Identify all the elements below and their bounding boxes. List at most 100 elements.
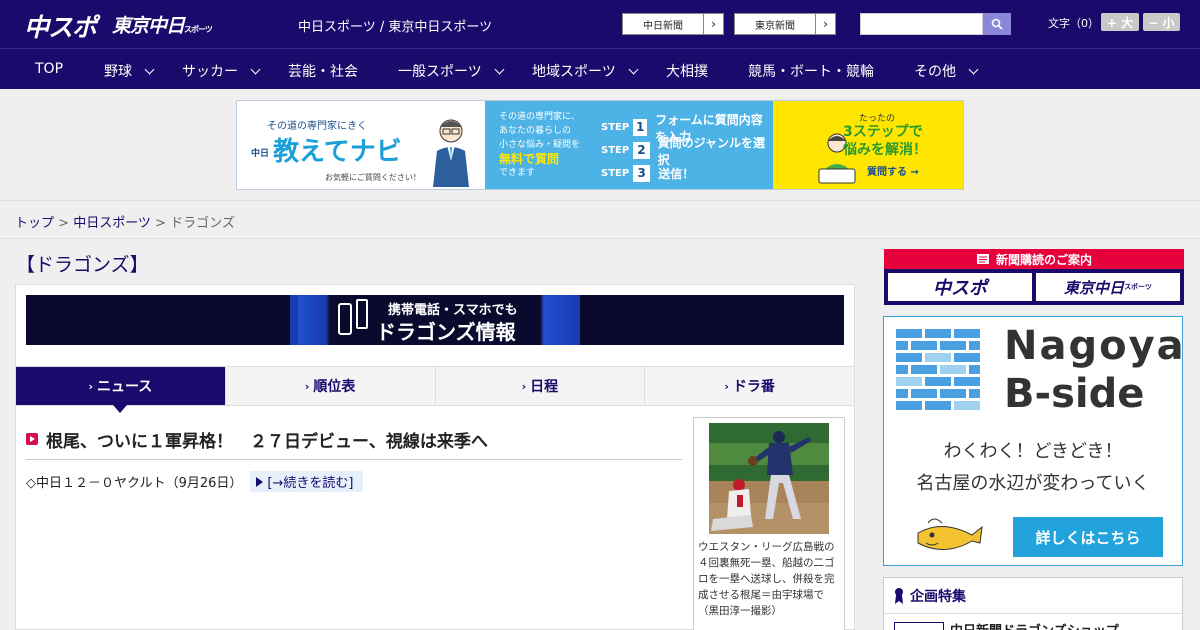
ad-description: その道の専門家に、 あなたの暮らしの 小さな悩み・疑問を 無料で質問 できます bbox=[499, 110, 591, 180]
main-content: 携帯電話・スマホでも ドラゴンズ情報 › ニュース › 順位表 › 日程 › ドラ番 根… bbox=[15, 284, 855, 630]
tab-label: 日程 bbox=[530, 379, 559, 395]
ad-desc-line: 小さな悩み・疑問を bbox=[499, 140, 581, 150]
nav-other[interactable]: その他 bbox=[914, 61, 979, 81]
chevron-right-icon: › bbox=[815, 14, 835, 34]
ad-cta[interactable]: 質問する → bbox=[867, 163, 919, 178]
sub-logo2-small: スポーツ bbox=[1124, 283, 1152, 291]
bside-copy1: わくわく！どきどき！ bbox=[943, 441, 1123, 462]
read-more-link[interactable]: [→続きを読む] bbox=[250, 471, 364, 492]
ad-brand: 中日 教えてナビ bbox=[251, 131, 402, 168]
breadcrumb: トップ > 中日スポーツ > ドラゴンズ bbox=[15, 212, 235, 231]
search-button[interactable] bbox=[983, 13, 1011, 35]
ad-right-panel: たったの 3ステップで 悩みを解消！ 質問する → bbox=[773, 101, 963, 189]
chunichi-shimbun-link[interactable]: 中日新聞 › bbox=[622, 13, 724, 35]
nagoya-bside-ad[interactable]: Nagoya B-side わくわく！どきどき！ 名古屋の水辺が変わっていく 詳… bbox=[883, 316, 1186, 566]
tab-news[interactable]: › ニュース bbox=[16, 367, 226, 413]
nav-entertainment[interactable]: 芸能・社会 bbox=[288, 61, 358, 81]
ad-desc-line: あなたの暮らしの bbox=[499, 126, 572, 136]
dragons-shop-link[interactable]: 中日新聞ドラゴンズショップ bbox=[950, 620, 1119, 630]
site-title: 中日スポーツ / 東京中日スポーツ bbox=[298, 20, 493, 35]
subscribe-tokyo-chunichi-link[interactable]: 東京中日 スポーツ bbox=[1036, 273, 1180, 301]
dragons-shop-thumbnail[interactable] bbox=[894, 622, 944, 630]
article-photo-card: ウエスタン・リーグ広島戦の４回裏無死一塁、船越の二ゴロを一塁へ送球し、併殺を完成… bbox=[693, 417, 845, 630]
chevron-right-icon: › bbox=[703, 14, 723, 34]
subscribe-chuspo-link[interactable]: 中スポ bbox=[888, 273, 1032, 301]
bside-details-button[interactable]: 詳しくはこちら bbox=[1013, 517, 1163, 557]
breadcrumb-sep: > bbox=[150, 216, 171, 231]
step-text: 質問のジャンルを選択 bbox=[657, 135, 766, 167]
subscription-box: 新聞購読のご案内 中スポ 東京中日 スポーツ bbox=[884, 249, 1184, 305]
ad-right-line2: 3ステップで bbox=[843, 124, 923, 140]
nav-local-sports[interactable]: 地域スポーツ bbox=[532, 61, 639, 81]
tokyo-shimbun-link[interactable]: 東京新聞 › bbox=[734, 13, 836, 35]
mobile-dragons-banner[interactable]: 携帯電話・スマホでも ドラゴンズ情報 bbox=[26, 295, 844, 345]
subscription-header-text: 新聞購読のご案内 bbox=[995, 252, 1092, 267]
article-headline[interactable]: 根尾、ついに１軍昇格！ ２７日デビュー、視線は来季へ bbox=[46, 427, 488, 452]
tab-label: ドラ番 bbox=[732, 379, 775, 395]
chevron-down-icon bbox=[628, 64, 639, 74]
article-photo[interactable] bbox=[709, 423, 829, 534]
nav-racing[interactable]: 競馬・ボート・競輪 bbox=[748, 61, 874, 81]
nav-label: サッカー bbox=[182, 64, 238, 80]
ebifurai-mascot-icon bbox=[917, 518, 983, 550]
breadcrumb-bar: トップ > 中日スポーツ > ドラゴンズ bbox=[0, 200, 1200, 239]
chuspo-logo[interactable]: 中スポ bbox=[24, 8, 97, 44]
main-nav: TOP 野球 サッカー 芸能・社会 一般スポーツ 地域スポーツ 大相撲 競馬・ボ… bbox=[0, 48, 1200, 89]
oshiete-navi-ad-banner[interactable]: その道の専門家にきく 中日 教えてナビ お気軽にご質問ください！ その道の専門家に… bbox=[236, 100, 964, 190]
ad-subtitle: その道の専門家にきく bbox=[267, 121, 367, 132]
medal-icon bbox=[895, 587, 903, 604]
tokyo-chunichi-logo-small: スポーツ bbox=[184, 25, 213, 34]
ad-right-line3: 悩みを解消！ bbox=[843, 142, 927, 158]
ad-middle-panel: その道の専門家に、 あなたの暮らしの 小さな悩み・疑問を 無料で質問 できます … bbox=[485, 101, 773, 189]
chevron-down-icon bbox=[144, 64, 155, 74]
tab-schedule[interactable]: › 日程 bbox=[436, 367, 646, 405]
breadcrumb-current: ドラゴンズ bbox=[170, 216, 235, 231]
tab-standings[interactable]: › 順位表 bbox=[226, 367, 436, 405]
nav-label: 一般スポーツ bbox=[398, 64, 482, 80]
phone-icon bbox=[338, 303, 352, 335]
chevron-down-icon bbox=[494, 64, 505, 74]
step-label: STEP bbox=[601, 145, 630, 156]
tokyo-chunichi-logo[interactable]: 東京中日スポーツ bbox=[112, 11, 213, 38]
special-features-header: 企画特集 bbox=[884, 578, 1182, 614]
search-input[interactable] bbox=[860, 13, 983, 35]
special-features-box: 企画特集 中日新聞ドラゴンズショップ bbox=[883, 577, 1183, 630]
bside-title2: B-side bbox=[1004, 371, 1145, 417]
nav-sumo[interactable]: 大相撲 bbox=[666, 61, 708, 81]
step-label: STEP bbox=[601, 168, 630, 179]
chevron-down-icon bbox=[250, 64, 261, 74]
chevron-right-icon: › bbox=[88, 379, 93, 393]
font-increase-button[interactable]: + 大 bbox=[1101, 13, 1139, 31]
chevron-right-icon: › bbox=[724, 379, 729, 393]
smartphone-icon bbox=[356, 299, 368, 329]
nav-top[interactable]: TOP bbox=[35, 61, 63, 77]
bside-copy2: 名古屋の水辺が変わっていく bbox=[916, 473, 1150, 494]
step-number: 1 bbox=[633, 119, 648, 136]
breadcrumb-section[interactable]: 中日スポーツ bbox=[73, 216, 151, 231]
tab-label: 順位表 bbox=[313, 379, 356, 395]
tab-dora-ban[interactable]: › ドラ番 bbox=[645, 367, 854, 405]
read-more-label: [→続きを読む] bbox=[267, 476, 354, 491]
tokyo-chunichi-logo-text: 東京中日 bbox=[112, 15, 185, 37]
bside-title1: Nagoya bbox=[1004, 323, 1186, 369]
ad-desc-line: その道の専門家に、 bbox=[499, 112, 580, 122]
ad-desc-highlight: 無料で質問 bbox=[499, 152, 560, 166]
font-decrease-button[interactable]: − 小 bbox=[1143, 13, 1180, 31]
nav-general-sports[interactable]: 一般スポーツ bbox=[398, 61, 505, 81]
ad-desc-line: できます bbox=[499, 168, 536, 178]
nav-label: 芸能・社会 bbox=[288, 64, 358, 80]
nav-label: TOP bbox=[35, 61, 64, 77]
nav-baseball[interactable]: 野球 bbox=[104, 61, 155, 81]
tab-label: ニュース bbox=[96, 379, 153, 395]
nav-label: その他 bbox=[914, 64, 956, 80]
divider bbox=[26, 459, 682, 460]
breadcrumb-top[interactable]: トップ bbox=[15, 216, 54, 231]
chevron-right-icon: › bbox=[304, 379, 310, 393]
ad-brand-small: 中日 bbox=[251, 149, 270, 159]
nav-soccer[interactable]: サッカー bbox=[182, 61, 261, 81]
font-size-label: 文字（0） bbox=[1048, 17, 1099, 30]
tokyo-shimbun-label: 東京新聞 bbox=[755, 20, 795, 32]
play-bullet-icon bbox=[26, 433, 38, 445]
chunichi-shimbun-label: 中日新聞 bbox=[643, 20, 683, 32]
chevron-down-icon bbox=[968, 64, 979, 74]
